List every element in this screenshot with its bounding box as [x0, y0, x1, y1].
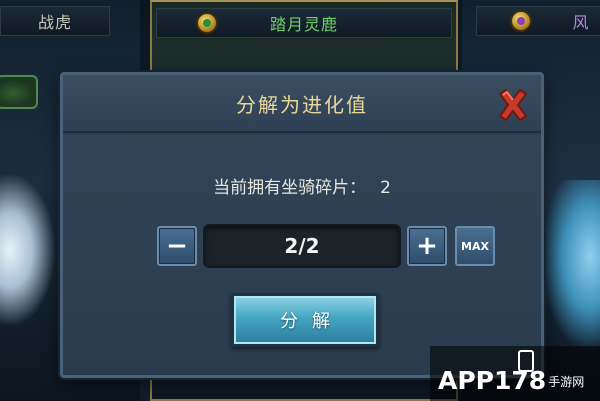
owned-fragments-label: 当前拥有坐骑碎片： — [213, 178, 367, 198]
purple-gem-icon — [510, 10, 532, 32]
mount-card-center-title: 踏月灵鹿 — [269, 15, 338, 34]
quantity-stepper: − 2/2 + MAX — [157, 224, 495, 268]
dialog-body: 当前拥有坐骑碎片： 2 − 2/2 + MAX 分解 — [63, 135, 541, 375]
dialog-header: 分解为进化值 — [63, 75, 541, 133]
watermark-suffix: 手游网 — [548, 375, 585, 389]
increase-button[interactable]: + — [407, 226, 447, 266]
decompose-label: 分解 — [280, 311, 344, 332]
mount-card-left-title: 战虎 — [37, 13, 72, 32]
minus-icon: − — [166, 231, 188, 261]
green-gem-icon — [196, 12, 218, 34]
dialog-title: 分解为进化值 — [236, 93, 368, 117]
max-label: MAX — [461, 239, 489, 253]
phone-logo-icon — [518, 350, 534, 372]
mount-tag-icon — [0, 75, 38, 109]
crystal-mount-image — [542, 180, 600, 350]
mount-card-right-titlebar: 风 — [476, 6, 600, 36]
max-button[interactable]: MAX — [455, 226, 495, 266]
owned-fragments-count: 2 — [380, 178, 391, 198]
mount-card-left-titlebar: 战虎 — [0, 6, 110, 36]
plus-icon: + — [416, 231, 438, 261]
decrease-button[interactable]: − — [157, 226, 197, 266]
site-watermark: APP178 手游网 — [430, 346, 600, 401]
mount-card-right-title: 风 — [572, 13, 590, 32]
close-icon — [498, 88, 528, 122]
quantity-display: 2/2 — [203, 224, 401, 268]
white-tiger-mount-image — [0, 175, 55, 325]
decompose-button[interactable]: 分解 — [231, 293, 379, 347]
owned-fragments-line: 当前拥有坐骑碎片： 2 — [63, 173, 541, 198]
close-button[interactable] — [493, 85, 533, 125]
decompose-dialog: 分解为进化值 当前拥有坐骑碎片： 2 − 2/2 + MAX 分解 — [60, 72, 544, 378]
